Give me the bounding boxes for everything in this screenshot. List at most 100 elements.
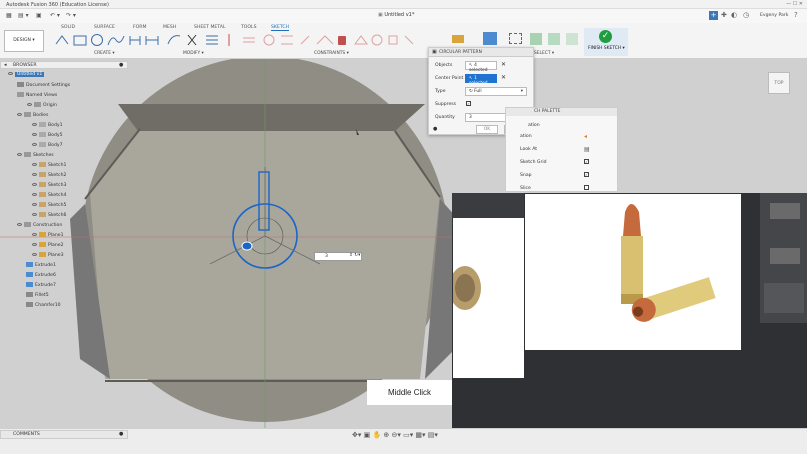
browser-item-named-views[interactable]: Named Views (17, 92, 57, 102)
select-icon[interactable] (509, 33, 522, 44)
browser-item-document-settings[interactable]: Document Settings (17, 82, 70, 92)
objects-value: 4 selected (469, 63, 488, 73)
view-cube[interactable]: TOP (768, 72, 790, 94)
comments-pin-icon[interactable]: ● (119, 431, 123, 437)
tab-solid[interactable]: SOLID (61, 25, 75, 30)
tab-sketch[interactable]: SKETCH (271, 25, 290, 31)
browser-item-sketch5[interactable]: Sketch5 (32, 202, 66, 212)
image-insert-icon[interactable] (483, 32, 497, 45)
browser-item-body1[interactable]: Body1 (32, 122, 63, 132)
collapse-icon[interactable]: ◂ (4, 62, 7, 68)
navigation-tools[interactable]: ✥▾ ▣ ✋ ⊕ ⊖▾ ▭▾ ▦▾ ▤▾ (352, 431, 438, 439)
browser-item-fillet5[interactable]: Fillet5 (26, 292, 49, 302)
browser-item-origin[interactable]: Origin (27, 102, 57, 112)
job-status-icon[interactable]: ◐ (731, 11, 737, 19)
symmetry-icon (404, 35, 414, 45)
extensions-icon[interactable]: ✚ (721, 11, 727, 19)
browser-item-extrude7[interactable]: Extrude7 (26, 282, 56, 292)
orientation-icon[interactable]: ◂ (584, 133, 587, 140)
group-create[interactable]: CREATE ▾ (94, 51, 115, 56)
help-icon[interactable]: ? (794, 11, 798, 19)
browser-item-construction[interactable]: Construction (17, 222, 62, 232)
info-icon[interactable]: ● (433, 126, 437, 132)
group-select[interactable]: SELECT ▾ (534, 51, 554, 56)
check-icon: ✓ (599, 30, 612, 43)
modify-tools[interactable] (166, 32, 220, 48)
browser-item-extrude6[interactable]: Extrude6 (26, 272, 56, 282)
browser-item-root[interactable]: Untitled v1 (8, 72, 45, 82)
browser-item-sketches[interactable]: Sketches (17, 152, 54, 162)
tab-form[interactable]: FORM (133, 25, 146, 30)
tab-surface[interactable]: SURFACE (94, 25, 115, 30)
offset-tool-icon (206, 35, 218, 45)
browser-item-body5[interactable]: Body5 (32, 132, 63, 142)
create-tools[interactable] (54, 32, 164, 48)
palette-icon[interactable] (548, 33, 560, 45)
window-controls[interactable]: — ☐ ✕ (786, 1, 803, 7)
project-icon[interactable] (566, 33, 578, 45)
user-name[interactable]: Evgeny Park (760, 13, 788, 18)
slice-checkbox[interactable] (584, 185, 589, 191)
browser-item-bodies[interactable]: Bodies (17, 112, 48, 122)
label: Sketch6 (48, 213, 67, 218)
browser-item-chamfer10[interactable]: Chamfer10 (26, 302, 61, 312)
browser-item-plane1[interactable]: Plane1 (32, 232, 64, 242)
look-at-icon[interactable]: ▤ (584, 146, 590, 153)
clear-objects-icon[interactable]: ✕ (501, 61, 506, 68)
main-photo (525, 194, 741, 350)
browser-item-sketch2[interactable]: Sketch2 (32, 172, 66, 182)
sketch-grid-checkbox[interactable]: ✓ (584, 159, 589, 165)
thumbnail-right-image (764, 203, 804, 313)
document-tab-label: Untitled v1* (384, 12, 415, 18)
group-modify[interactable]: MODIFY ▾ (183, 51, 204, 56)
circle-tool-icon (91, 34, 103, 46)
spline-tool-icon (107, 35, 125, 46)
file-icon[interactable]: ▤ ▾ (18, 12, 29, 19)
notifications-icon[interactable]: ◷ (743, 11, 749, 19)
app-title: Autodesk Fusion 360 (Education License) (6, 2, 109, 8)
insert-icon[interactable] (452, 35, 464, 43)
center-point-label: Center Point (435, 76, 464, 81)
browser-item-body7[interactable]: Body7 (32, 142, 63, 152)
quantity-inline-input[interactable]: 3 ⇕ ↻▾ (314, 252, 362, 261)
suppress-checkbox[interactable]: ✓ (466, 101, 471, 107)
objects-selection[interactable]: ↖ 4 selected (465, 61, 497, 73)
browser-item-root-label: Untitled v1 (15, 72, 45, 77)
finish-sketch-button[interactable]: ✓ FINISH SKETCH ▾ (584, 28, 628, 56)
tab-sheet-metal[interactable]: SHEET METAL (194, 25, 225, 30)
constraint-tools[interactable] (225, 32, 435, 48)
browser-item-extrude1[interactable]: Extrude1 (26, 262, 56, 272)
inspect-icon[interactable] (530, 33, 542, 45)
snap-checkbox[interactable]: ✓ (584, 172, 589, 178)
redo-icon[interactable]: ↷ ▾ (66, 12, 76, 19)
browser-item-sketch3[interactable]: Sketch3 (32, 182, 66, 192)
tab-tools[interactable]: TOOLS (241, 25, 257, 30)
palette-row-orientation-label: ation (520, 134, 532, 139)
tab-mesh[interactable]: MESH (163, 25, 176, 30)
browser-item-plane2[interactable]: Plane2 (32, 242, 64, 252)
label: Sketch5 (48, 203, 67, 208)
pin-icon[interactable]: ● (119, 62, 123, 68)
save-icon[interactable]: ▣ (36, 12, 42, 19)
document-tab[interactable]: ▣ Untitled v1* (378, 12, 414, 18)
center-point-selection[interactable]: ↖ 1 selected (465, 74, 497, 86)
undo-icon[interactable]: ↶ ▾ (50, 12, 60, 19)
ok-button[interactable]: OK (476, 125, 498, 134)
browser-item-sketch4[interactable]: Sketch4 (32, 192, 66, 202)
spinner-icon[interactable]: ⇕ ↻▾ (349, 253, 360, 258)
browser-header[interactable]: ◂ BROWSER ● (0, 61, 128, 69)
group-constraints[interactable]: CONSTRAINTS ▾ (314, 51, 349, 56)
new-tab-button[interactable]: + (709, 11, 718, 20)
browser-item-plane3[interactable]: Plane3 (32, 252, 64, 262)
type-dropdown[interactable]: ↻ Full ▾ (465, 87, 527, 96)
grid-icon[interactable]: ▦ (6, 12, 12, 19)
clear-center-icon[interactable]: ✕ (501, 74, 506, 81)
browser-item-sketch6[interactable]: Sketch6 (32, 212, 66, 222)
dialog-title: CIRCULAR PATTERN (439, 50, 482, 55)
design-workspace-dropdown[interactable]: DESIGN ▾ (4, 30, 44, 52)
label: Plane1 (48, 233, 64, 238)
browser-item-sketch1[interactable]: Sketch1 (32, 162, 66, 172)
comments-panel[interactable]: COMMENTS ● (0, 430, 128, 439)
sketch-palette: CH PALETTE ation ation ◂ Look At ▤ Sketc… (505, 107, 618, 192)
cartridge-crop-image (449, 266, 481, 310)
